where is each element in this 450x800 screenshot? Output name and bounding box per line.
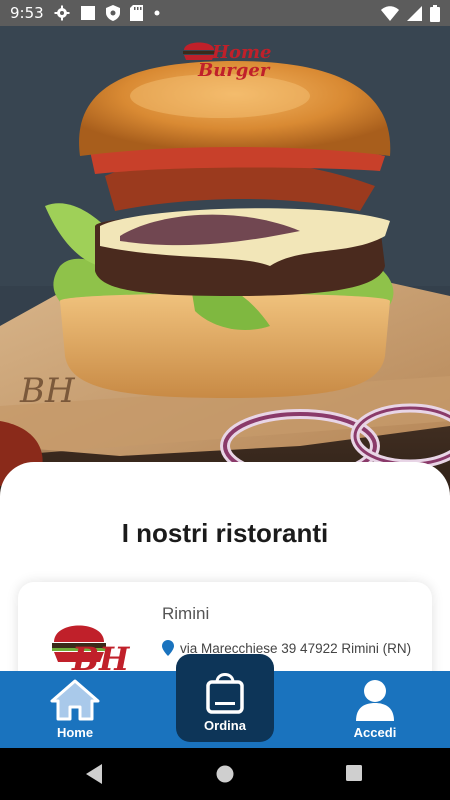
user-icon: [356, 680, 394, 721]
burger-photo: [0, 26, 450, 496]
battery-icon: [430, 4, 440, 22]
nav-order-label: Ordina: [204, 718, 246, 733]
restaurant-name: Rimini: [162, 604, 210, 623]
logo-text-burger: Burger: [198, 60, 270, 81]
shopping-bag-icon: [206, 673, 244, 714]
nav-login-label: Accedi: [353, 725, 397, 740]
location-pin-icon: [162, 640, 174, 656]
sd-card-icon: [129, 5, 143, 21]
shield-icon: [105, 5, 120, 21]
hero-image: BH Home Burger: [0, 26, 450, 496]
home-circle-icon[interactable]: [215, 764, 235, 784]
system-nav-bar: [0, 748, 450, 800]
nav-order[interactable]: Ordina: [176, 654, 274, 742]
house-icon: [50, 679, 100, 721]
dot-icon: [154, 10, 160, 16]
section-title: I nostri ristoranti: [121, 518, 329, 548]
nav-login[interactable]: Accedi: [300, 671, 450, 748]
back-icon[interactable]: [86, 764, 104, 784]
status-bar: 9:53: [0, 0, 450, 26]
clock: 9:53: [10, 4, 44, 22]
wrapper-monogram: BH: [20, 371, 75, 411]
nav-home-label: Home: [56, 725, 94, 740]
signal-icon: [407, 5, 422, 21]
wifi-icon: [381, 5, 399, 21]
gear-icon: [54, 5, 70, 21]
square-icon: [80, 6, 95, 20]
recents-icon[interactable]: [345, 764, 363, 782]
nav-home[interactable]: Home: [0, 671, 150, 748]
brand-logo: Home Burger: [182, 38, 272, 90]
